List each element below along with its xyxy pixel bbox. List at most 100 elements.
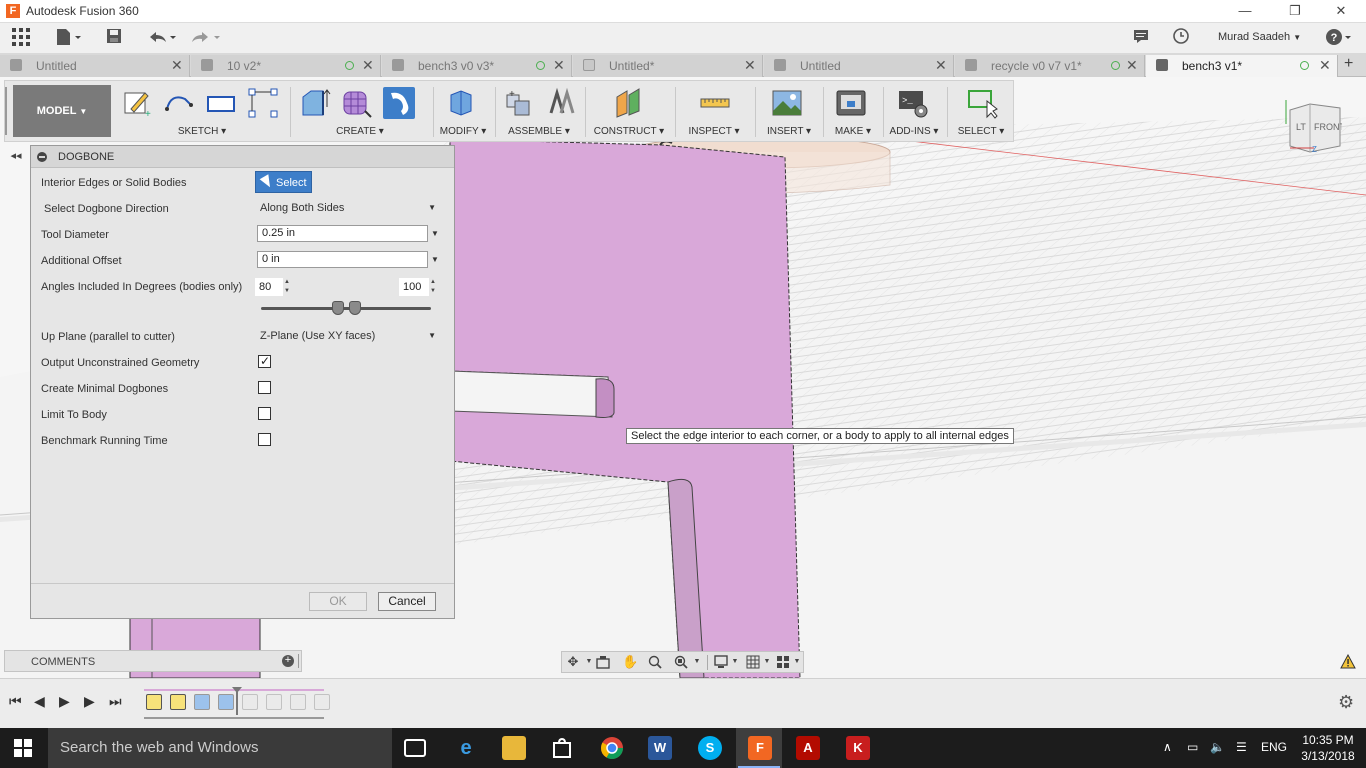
history-clock-icon[interactable]	[1173, 28, 1189, 48]
undo-icon[interactable]	[146, 28, 178, 48]
3d-print-icon[interactable]	[835, 87, 867, 119]
grid-snaps-icon[interactable]	[746, 655, 760, 669]
viewports-menu-chevron-icon[interactable]: ▼	[790, 655, 804, 669]
arc-line-icon[interactable]	[163, 87, 195, 119]
file-menu-icon[interactable]	[56, 28, 82, 48]
warning-icon[interactable]	[1340, 653, 1356, 669]
go-to-end-icon[interactable]: ⏭	[109, 693, 122, 710]
timeline-suppressed-feature-1[interactable]	[242, 694, 258, 710]
new-component-icon[interactable]: +	[503, 87, 535, 119]
ribbon-grip[interactable]	[5, 87, 7, 135]
close-tab-icon[interactable]: ✕	[1126, 57, 1138, 74]
construct-menu[interactable]: CONSTRUCT ▾	[587, 126, 671, 137]
file-explorer-icon[interactable]	[502, 736, 526, 760]
zoom-icon[interactable]	[648, 655, 662, 669]
add-comment-icon[interactable]: +	[282, 655, 294, 667]
task-view-icon[interactable]	[404, 739, 426, 757]
tab-untitled-3[interactable]: Untitled ✕	[764, 55, 954, 77]
modify-menu[interactable]: MODIFY ▾	[435, 126, 491, 137]
angle-max-slider-handle[interactable]	[348, 301, 361, 315]
grid-menu-chevron-icon[interactable]: ▼	[760, 655, 774, 669]
extrude-icon[interactable]	[299, 87, 331, 119]
tab-bench3-v0-v3[interactable]: bench3 v0 v3* ✕	[382, 55, 572, 77]
viewcube-left-face[interactable]: LT	[1296, 122, 1306, 132]
taskbar-search-box[interactable]: Search the web and Windows	[48, 728, 392, 768]
fit-window-icon[interactable]	[674, 655, 688, 669]
orbit-menu-chevron-icon[interactable]: ▼	[582, 655, 596, 669]
tab-untitled-2[interactable]: Untitled* ✕	[573, 55, 763, 77]
select-tool-icon[interactable]	[967, 87, 999, 119]
zoom-menu-chevron-icon[interactable]: ▼	[690, 655, 704, 669]
chrome-icon[interactable]	[600, 736, 624, 760]
edge-browser-icon[interactable]: e	[454, 736, 478, 760]
viewcube-front-face[interactable]: FRONT	[1314, 122, 1345, 132]
timeline-sketch-feature-1[interactable]	[146, 694, 162, 710]
tool-diameter-input[interactable]: 0.25 in	[257, 225, 428, 242]
tab-bench3-v1[interactable]: bench3 v1* ✕	[1146, 55, 1338, 77]
new-tab-button[interactable]: +	[1344, 55, 1353, 73]
action-center-icon[interactable]: ☰	[1236, 740, 1247, 754]
constraints-icon[interactable]	[247, 87, 279, 119]
kaspersky-icon[interactable]: K	[846, 736, 870, 760]
joint-icon[interactable]	[545, 87, 577, 119]
redo-icon[interactable]	[190, 28, 222, 48]
angle-min-slider-handle[interactable]	[331, 301, 344, 315]
tab-10-v2[interactable]: 10 v2* ✕	[191, 55, 381, 77]
acrobat-icon[interactable]: A	[796, 736, 820, 760]
angle-max-input[interactable]: 100	[399, 278, 429, 296]
workspace-switcher-button[interactable]: MODEL ▼	[13, 85, 111, 137]
press-pull-icon[interactable]	[445, 87, 477, 119]
close-tab-icon[interactable]: ✕	[362, 57, 374, 74]
minimize-button[interactable]: —	[1230, 2, 1260, 20]
select-edges-button[interactable]: Select	[255, 171, 312, 193]
additional-offset-input[interactable]: 0 in	[257, 251, 428, 268]
insert-menu[interactable]: INSERT ▾	[757, 126, 821, 137]
angle-min-stepper[interactable]: ▲ ▼	[282, 278, 292, 296]
minimize-dialog-icon[interactable]	[37, 152, 47, 162]
grid-menu-icon[interactable]	[12, 28, 30, 48]
close-tab-icon[interactable]: ✕	[744, 57, 756, 74]
pan-hand-icon[interactable]: ✋	[622, 655, 638, 669]
display-settings-icon[interactable]	[714, 655, 728, 669]
inspect-menu[interactable]: INSPECT ▾	[677, 126, 751, 137]
offset-plane-icon[interactable]	[613, 87, 645, 119]
form-icon[interactable]	[341, 87, 373, 119]
battery-icon[interactable]: ▭	[1187, 740, 1198, 754]
create-sketch-icon[interactable]: +	[121, 87, 153, 120]
minimal-dogbones-checkbox[interactable]	[258, 381, 271, 394]
angle-max-stepper[interactable]: ▲ ▼	[428, 278, 438, 296]
look-at-icon[interactable]	[596, 655, 610, 669]
measure-icon[interactable]	[699, 87, 731, 119]
assemble-menu[interactable]: ASSEMBLE ▾	[497, 126, 581, 137]
skype-icon[interactable]: S	[698, 736, 722, 760]
restore-button[interactable]: ❐	[1280, 2, 1310, 20]
benchmark-checkbox[interactable]	[258, 433, 271, 446]
timeline-suppressed-feature-3[interactable]	[290, 694, 306, 710]
angle-min-input[interactable]: 80	[255, 278, 283, 296]
viewports-icon[interactable]	[776, 655, 790, 669]
help-icon[interactable]: ?	[1325, 28, 1353, 48]
scripts-addins-icon[interactable]: >_	[897, 87, 929, 119]
close-tab-icon[interactable]: ✕	[553, 57, 565, 74]
panel-resize-handle[interactable]	[298, 654, 299, 668]
scripts-dogbone-icon[interactable]	[383, 87, 415, 119]
collapse-panel-button[interactable]: ◂◂	[4, 146, 28, 166]
rectangle-icon[interactable]	[205, 87, 237, 119]
play-icon[interactable]: ▶	[59, 693, 70, 710]
close-tab-icon[interactable]: ✕	[171, 57, 183, 74]
language-indicator[interactable]: ENG	[1261, 740, 1287, 754]
make-menu[interactable]: MAKE ▾	[825, 126, 881, 137]
tab-recycle-v0-v7-v1[interactable]: recycle v0 v7 v1* ✕	[955, 55, 1145, 77]
taskbar-clock[interactable]: 10:35 PM 3/13/2018	[1296, 732, 1360, 764]
additional-offset-dropdown-icon[interactable]: ▼	[431, 255, 439, 264]
job-status-icon[interactable]	[1133, 28, 1149, 48]
timeline-suppressed-feature-4[interactable]	[314, 694, 330, 710]
volume-icon[interactable]: 🔈	[1210, 740, 1225, 754]
timeline-settings-gear-icon[interactable]: ⚙	[1338, 692, 1354, 713]
ok-button[interactable]: OK	[309, 592, 367, 611]
tool-diameter-dropdown-icon[interactable]: ▼	[431, 229, 439, 238]
step-back-icon[interactable]: ◀	[34, 693, 45, 710]
close-tab-icon[interactable]: ✕	[1319, 57, 1331, 74]
show-hidden-icons-icon[interactable]: ∧	[1163, 740, 1172, 754]
step-forward-icon[interactable]: ▶	[84, 693, 95, 710]
